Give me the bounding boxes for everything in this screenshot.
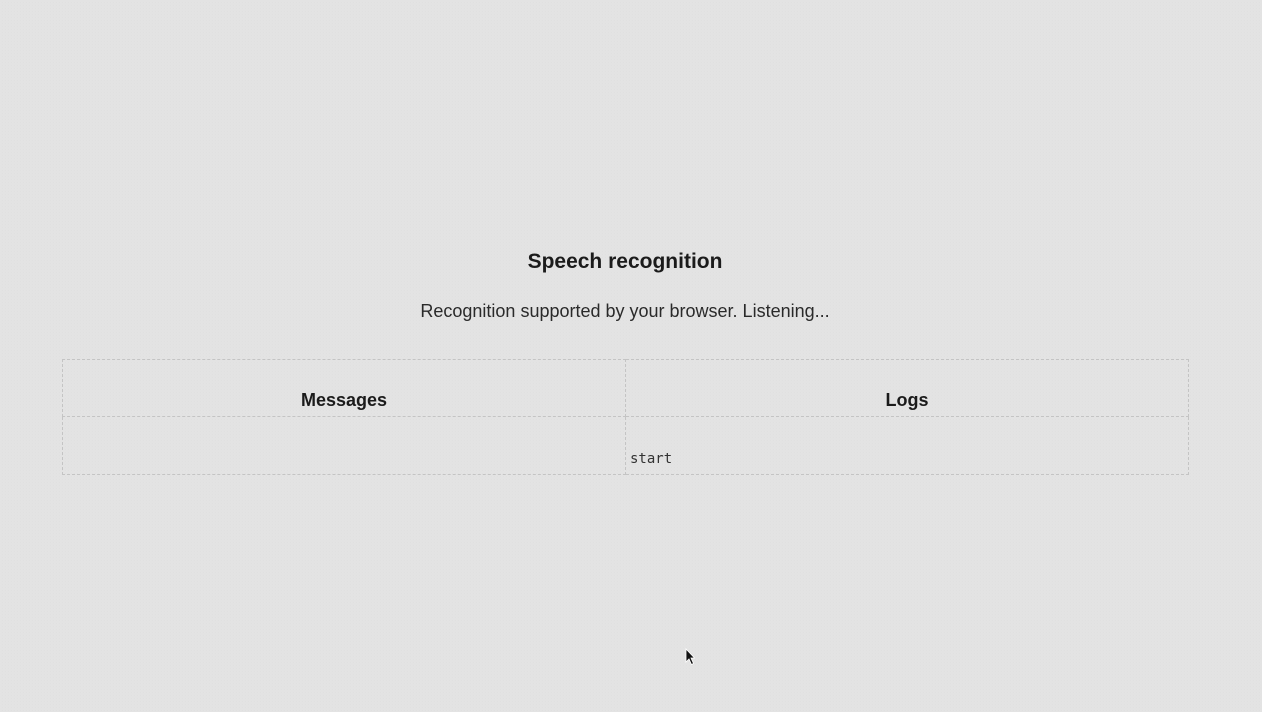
messages-cell (62, 416, 626, 475)
logs-cell: start (625, 416, 1189, 475)
recognition-status-text: Recognition supported by your browser. L… (420, 301, 830, 321)
page-title: Speech recognition (527, 250, 723, 273)
log-entry: start (630, 451, 673, 467)
logs-column-header: Logs (625, 359, 1189, 417)
messages-logs-table: Messages Logs start (62, 359, 1189, 475)
table-row: start (62, 416, 1189, 475)
messages-column-header: Messages (62, 359, 626, 417)
mouse-pointer-icon (685, 648, 695, 666)
table-header-row: Messages Logs (62, 359, 1189, 417)
